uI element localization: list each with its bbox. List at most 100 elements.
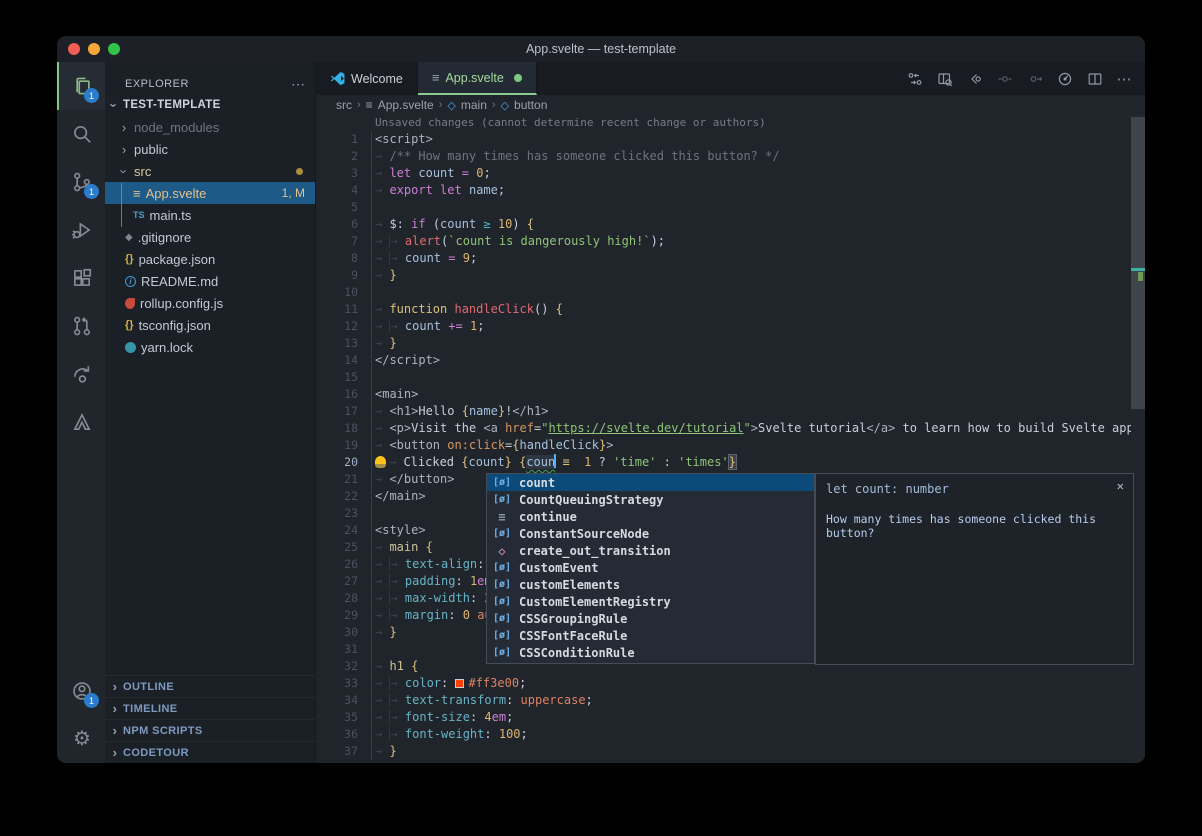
titlebar: App.svelte — test-template <box>57 36 1145 62</box>
line-number: 7 <box>316 233 358 250</box>
activity-bar-item-accounts[interactable]: 1 <box>57 667 105 715</box>
code-line-17[interactable]: 17→ <h1>Hello {name}!</h1> <box>316 403 1145 420</box>
activity-bar-item-live-share[interactable] <box>57 350 105 398</box>
code-line-18[interactable]: 18→ <p>Visit the <a href="https://svelte… <box>316 420 1145 437</box>
code-line-10[interactable]: 10 <box>316 284 1145 301</box>
more-actions-icon[interactable]: ⋯ <box>1116 70 1133 87</box>
file-row-main-ts[interactable]: TSmain.ts <box>105 204 315 226</box>
activity-bar-item-source-control[interactable]: 1 <box>57 158 105 206</box>
suggest-item-CustomElementRegistry[interactable]: [ø]CustomElementRegistry <box>487 593 814 610</box>
file-row-app-svelte[interactable]: ≡App.svelte1, M <box>105 182 315 204</box>
code-line-15[interactable]: 15 <box>316 369 1145 386</box>
code-line-4[interactable]: 4→ export let name; <box>316 182 1145 199</box>
code-line-2[interactable]: 2→ /** How many times has someone clicke… <box>316 148 1145 165</box>
previous-change-icon[interactable] <box>996 70 1013 87</box>
line-number: 5 <box>316 199 358 216</box>
breadcrumb-src[interactable]: src <box>336 98 352 112</box>
editor-actions: ⋯ <box>906 62 1145 95</box>
code-line-36[interactable]: 36→ → font-weight: 100; <box>316 726 1145 743</box>
code-line-16[interactable]: 16<main> <box>316 386 1145 403</box>
code-line-37[interactable]: 37→ } <box>316 743 1145 760</box>
code-line-20[interactable]: 20→ Clicked {count} {coun ≡ 1 ? 'time' :… <box>316 454 1145 471</box>
activity-bar-item-explorer[interactable]: 1 <box>57 62 105 110</box>
file-row-rollup-config-js[interactable]: rollup.config.js <box>105 292 315 314</box>
suggest-item-customElements[interactable]: [ø]customElements <box>487 576 814 593</box>
code-line-5[interactable]: 5 <box>316 199 1145 216</box>
file-row--gitignore[interactable]: ◆.gitignore <box>105 226 315 248</box>
suggest-item-CSSGroupingRule[interactable]: [ø]CSSGroupingRule <box>487 610 814 627</box>
file-row-node-modules[interactable]: ›node_modules <box>105 116 315 138</box>
open-changes-icon[interactable] <box>906 70 923 87</box>
activity-bar-item-run-debug[interactable] <box>57 206 105 254</box>
badge: 1 <box>84 88 99 103</box>
lightbulb-icon[interactable] <box>375 456 386 468</box>
code-line-14[interactable]: 14</script> <box>316 352 1145 369</box>
open-preview-icon[interactable] <box>936 70 953 87</box>
suggest-item-ConstantSourceNode[interactable]: [ø]ConstantSourceNode <box>487 525 814 542</box>
code-line-9[interactable]: 9→ } <box>316 267 1145 284</box>
file-row-readme-md[interactable]: iREADME.md <box>105 270 315 292</box>
yarn-file-icon <box>125 342 136 353</box>
code-line-11[interactable]: 11→ function handleClick() { <box>316 301 1145 318</box>
code-line-35[interactable]: 35→ → font-size: 4em; <box>316 709 1145 726</box>
file-row-package-json[interactable]: {}package.json <box>105 248 315 270</box>
sidebar-section-codetour[interactable]: ›CODETOUR <box>105 741 315 763</box>
sidebar-title: EXPLORER <box>125 78 189 90</box>
line-number: 31 <box>316 641 358 658</box>
activity-bar-item-azure[interactable] <box>57 398 105 446</box>
suggest-item-CustomEvent[interactable]: [ø]CustomEvent <box>487 559 814 576</box>
line-number: 35 <box>316 709 358 726</box>
overview-ruler-marker <box>1131 268 1145 271</box>
suggest-item-CSSFontFaceRule[interactable]: [ø]CSSFontFaceRule <box>487 627 814 644</box>
next-change-icon[interactable] <box>1026 70 1043 87</box>
file-row-tsconfig-json[interactable]: {}tsconfig.json <box>105 314 315 336</box>
color-swatch[interactable] <box>455 679 464 688</box>
file-row-yarn-lock[interactable]: yarn.lock <box>105 336 315 358</box>
code-line-12[interactable]: 12→ → count += 1; <box>316 318 1145 335</box>
sidebar-more-actions-icon[interactable]: ⋯ <box>291 76 305 93</box>
gitlens-annotations-icon[interactable] <box>1056 70 1073 87</box>
activity-bar-item-github-pull-requests[interactable] <box>57 302 105 350</box>
code-line-13[interactable]: 13→ } <box>316 335 1145 352</box>
file-row-src[interactable]: ›src <box>105 160 315 182</box>
sidebar-sections: ›OUTLINE›TIMELINE›NPM SCRIPTS›CODETOUR <box>105 675 315 763</box>
minimize-window-button[interactable] <box>88 43 100 55</box>
breadcrumb-file[interactable]: App.svelte <box>378 98 434 112</box>
code-line-6[interactable]: 6→ $: if (count ≥ 10) { <box>316 216 1145 233</box>
activity-bar-item-settings[interactable]: ⚙ <box>57 715 105 763</box>
code-line-34[interactable]: 34→ → text-transform: uppercase; <box>316 692 1145 709</box>
suggest-item-count[interactable]: [ø]count <box>487 474 814 491</box>
code-line-1[interactable]: 1<script> <box>316 131 1145 148</box>
navigate-back-icon[interactable] <box>966 70 983 87</box>
file-row-public[interactable]: ›public <box>105 138 315 160</box>
sidebar-section-npm-scripts[interactable]: ›NPM SCRIPTS <box>105 719 315 741</box>
suggest-item-CountQueuingStrategy[interactable]: [ø]CountQueuingStrategy <box>487 491 814 508</box>
close-window-button[interactable] <box>68 43 80 55</box>
sidebar-section-timeline[interactable]: ›TIMELINE <box>105 697 315 719</box>
suggest-item-continue[interactable]: ≡continue <box>487 508 814 525</box>
split-editor-icon[interactable] <box>1086 70 1103 87</box>
readme-info-icon: i <box>125 276 136 287</box>
line-number: 4 <box>316 182 358 199</box>
code-line-33[interactable]: 33→ → color: #ff3e00; <box>316 675 1145 692</box>
code-line-3[interactable]: 3→ let count = 0; <box>316 165 1145 182</box>
line-number: 15 <box>316 369 358 386</box>
tab-welcome[interactable]: Welcome <box>316 62 418 95</box>
code-editor[interactable]: Unsaved changes (cannot determine recent… <box>316 115 1145 763</box>
zoom-window-button[interactable] <box>108 43 120 55</box>
breadcrumb-button[interactable]: button <box>514 98 547 112</box>
sidebar-section-outline[interactable]: ›OUTLINE <box>105 675 315 697</box>
suggest-item-CSSConditionRule[interactable]: [ø]CSSConditionRule <box>487 644 814 661</box>
editor-scrollbar[interactable] <box>1131 115 1145 763</box>
tab-app-svelte[interactable]: ≡ App.svelte <box>418 62 537 95</box>
activity-bar-item-extensions[interactable] <box>57 254 105 302</box>
code-line-7[interactable]: 7→ → alert(`count is dangerously high!`)… <box>316 233 1145 250</box>
scrollbar-thumb[interactable] <box>1131 117 1145 409</box>
code-line-8[interactable]: 8→ → count = 9; <box>316 250 1145 267</box>
activity-bar-item-search[interactable] <box>57 110 105 158</box>
sidebar-root-folder[interactable]: › TEST-TEMPLATE <box>105 94 315 116</box>
code-line-19[interactable]: 19→ <button on:click={handleClick}> <box>316 437 1145 454</box>
breadcrumb-main[interactable]: main <box>461 98 487 112</box>
suggest-item-create_out_transition[interactable]: ◇create_out_transition <box>487 542 814 559</box>
close-icon[interactable]: ✕ <box>1117 479 1124 493</box>
